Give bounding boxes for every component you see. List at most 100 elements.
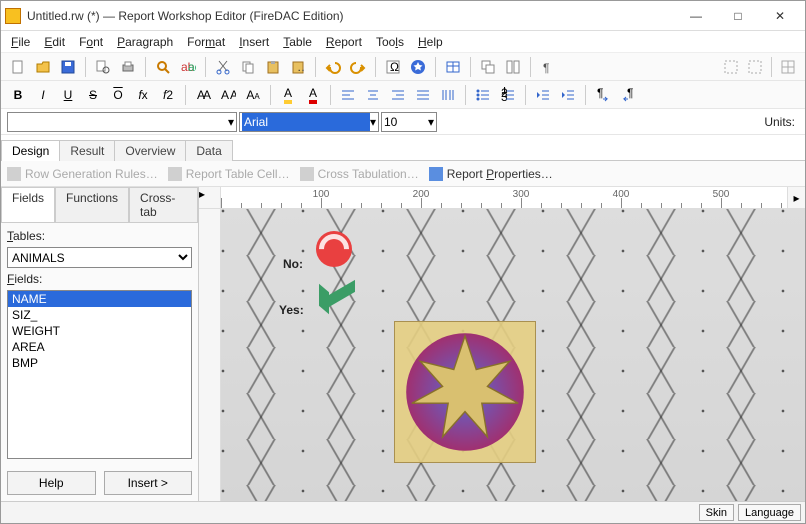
columns-icon[interactable]: [437, 84, 459, 106]
menu-font[interactable]: Font: [73, 33, 109, 51]
menu-edit[interactable]: Edit: [38, 33, 71, 51]
tables-select[interactable]: ANIMALS: [7, 247, 192, 268]
menu-report[interactable]: Report: [320, 33, 368, 51]
menu-file[interactable]: File: [5, 33, 36, 51]
size-input[interactable]: [384, 113, 428, 131]
copy-icon[interactable]: [237, 56, 259, 78]
insert-star-icon[interactable]: [407, 56, 429, 78]
tab-functions[interactable]: Functions: [55, 187, 129, 222]
grid-toggle-b-icon[interactable]: [744, 56, 766, 78]
superscript-icon[interactable]: f2: [157, 84, 179, 106]
paste-special-icon[interactable]: …: [287, 56, 309, 78]
maximize-button[interactable]: □: [717, 2, 759, 30]
indent-inc-icon[interactable]: [557, 84, 579, 106]
undo-icon[interactable]: [322, 56, 344, 78]
tab-data[interactable]: Data: [185, 140, 232, 161]
font-dec-icon[interactable]: AA: [192, 84, 214, 106]
menu-insert[interactable]: Insert: [233, 33, 275, 51]
window-cascade-icon[interactable]: [477, 56, 499, 78]
ltr-icon[interactable]: ¶: [592, 84, 614, 106]
style-input[interactable]: [10, 113, 228, 131]
align-justify-icon[interactable]: [412, 84, 434, 106]
style-combo[interactable]: ▾: [7, 112, 237, 132]
font-bar: ▾ ▾ ▾ Units:: [1, 109, 805, 135]
report-properties-button[interactable]: Report Properties…: [429, 167, 553, 181]
cut-icon[interactable]: [212, 56, 234, 78]
grid-toggle-a-icon[interactable]: [720, 56, 742, 78]
vertical-ruler[interactable]: [199, 209, 221, 501]
properties-icon: [429, 167, 443, 181]
strike-icon[interactable]: S: [82, 84, 104, 106]
rtl-icon[interactable]: ¶: [617, 84, 639, 106]
font-color-icon[interactable]: A: [302, 84, 324, 106]
language-button[interactable]: Language: [738, 504, 801, 521]
skin-button[interactable]: Skin: [699, 504, 734, 521]
symbol-icon[interactable]: Ω: [382, 56, 404, 78]
align-center-icon[interactable]: [362, 84, 384, 106]
print-icon[interactable]: [117, 56, 139, 78]
print-preview-icon[interactable]: [92, 56, 114, 78]
help-button[interactable]: Help: [7, 471, 96, 495]
chevron-down-icon[interactable]: ▾: [428, 115, 434, 129]
report-table-cell-button[interactable]: Report Table Cell…: [168, 167, 290, 181]
pilcrow-icon[interactable]: ¶: [537, 56, 559, 78]
list-item[interactable]: SIZ_: [8, 307, 191, 323]
replace-icon[interactable]: abac: [177, 56, 199, 78]
image-placeholder[interactable]: [394, 321, 536, 463]
new-file-icon[interactable]: [7, 56, 29, 78]
menu-format[interactable]: Format: [181, 33, 231, 51]
save-icon[interactable]: [57, 56, 79, 78]
horizontal-ruler[interactable]: 100200300400500: [221, 187, 787, 208]
align-left-icon[interactable]: [337, 84, 359, 106]
align-right-icon[interactable]: [387, 84, 409, 106]
tab-overview[interactable]: Overview: [114, 140, 186, 161]
tab-design[interactable]: Design: [1, 140, 60, 161]
tab-crosstab[interactable]: Cross-tab: [129, 187, 198, 222]
design-canvas[interactable]: No: Yes:: [221, 209, 805, 501]
chevron-down-icon[interactable]: ▾: [370, 115, 376, 129]
window-tile-icon[interactable]: [502, 56, 524, 78]
font-inc-icon[interactable]: AA: [217, 84, 239, 106]
grid-large-icon[interactable]: [777, 56, 799, 78]
font-input[interactable]: [242, 113, 370, 131]
ruler-scroll-right[interactable]: ▸: [787, 187, 805, 208]
svg-text:…: …: [297, 60, 306, 74]
small-caps-icon[interactable]: AA: [242, 84, 264, 106]
cross-tabulation-button[interactable]: Cross Tabulation…: [300, 167, 419, 181]
indent-dec-icon[interactable]: [532, 84, 554, 106]
chevron-down-icon[interactable]: ▾: [228, 115, 234, 129]
tab-result[interactable]: Result: [59, 140, 115, 161]
close-button[interactable]: ✕: [759, 2, 801, 30]
ruler-corner[interactable]: ▸: [199, 187, 221, 208]
window-title: Untitled.rw (*) — Report Workshop Editor…: [27, 9, 675, 23]
list-item[interactable]: WEIGHT: [8, 323, 191, 339]
list-item[interactable]: AREA: [8, 339, 191, 355]
minimize-button[interactable]: —: [675, 2, 717, 30]
menu-tools[interactable]: Tools: [370, 33, 410, 51]
insert-field-button[interactable]: Insert >: [104, 471, 193, 495]
tab-fields[interactable]: Fields: [1, 187, 55, 222]
find-icon[interactable]: [152, 56, 174, 78]
list-item[interactable]: BMP: [8, 355, 191, 371]
italic-icon[interactable]: I: [32, 84, 54, 106]
bullet-list-icon[interactable]: [472, 84, 494, 106]
menu-help[interactable]: Help: [412, 33, 449, 51]
paste-icon[interactable]: [262, 56, 284, 78]
fields-listbox[interactable]: NAME SIZ_ WEIGHT AREA BMP: [7, 290, 192, 459]
subscript-icon[interactable]: fx: [132, 84, 154, 106]
fields-label: Fields:: [7, 272, 192, 286]
bold-icon[interactable]: B: [7, 84, 29, 106]
menu-paragraph[interactable]: Paragraph: [111, 33, 179, 51]
menu-table[interactable]: Table: [277, 33, 318, 51]
open-file-icon[interactable]: [32, 56, 54, 78]
number-list-icon[interactable]: 123: [497, 84, 519, 106]
highlight-icon[interactable]: A: [277, 84, 299, 106]
overline-icon[interactable]: O: [107, 84, 129, 106]
redo-icon[interactable]: [347, 56, 369, 78]
font-combo[interactable]: ▾: [239, 112, 379, 132]
size-combo[interactable]: ▾: [381, 112, 437, 132]
list-item[interactable]: NAME: [8, 291, 191, 307]
underline-icon[interactable]: U: [57, 84, 79, 106]
row-generation-button[interactable]: Row Generation Rules…: [7, 167, 158, 181]
table-icon[interactable]: [442, 56, 464, 78]
